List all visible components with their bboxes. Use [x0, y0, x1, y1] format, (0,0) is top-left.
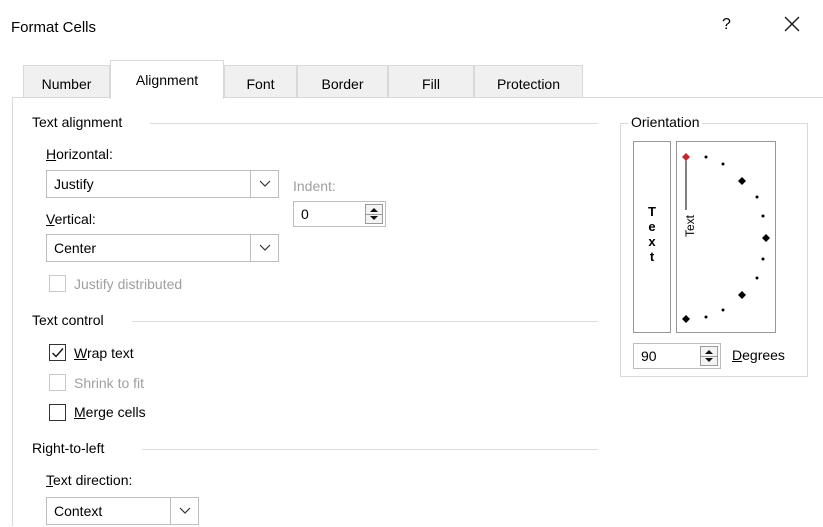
merge-cells-label-text: erge cells — [85, 404, 146, 420]
degrees-stepper[interactable]: 90 — [633, 343, 721, 369]
chevron-down-icon[interactable] — [250, 171, 278, 197]
wrap-text-checkbox[interactable] — [49, 344, 66, 361]
justify-distributed-label: Justify distributed — [74, 276, 183, 292]
horizontal-label: Horizontal: — [46, 146, 113, 162]
horizontal-value: Justify — [54, 176, 94, 192]
checkmark-icon — [52, 348, 64, 358]
chevron-down-icon[interactable] — [170, 498, 198, 524]
tab-label: Fill — [422, 76, 440, 92]
tab-font[interactable]: Font — [224, 65, 297, 99]
vertical-letter: T — [648, 204, 656, 219]
tab-label: Number — [41, 76, 92, 92]
tab-number[interactable]: Number — [23, 65, 110, 99]
tab-border[interactable]: Border — [297, 65, 388, 99]
text-alignment-heading: Text alignment — [32, 114, 129, 130]
indent-value: 0 — [301, 206, 309, 222]
tab-protection[interactable]: Protection — [474, 65, 583, 99]
vertical-text-letters: T e x t — [634, 204, 670, 264]
section-divider — [132, 321, 598, 322]
spin-arrows-icon[interactable] — [365, 204, 383, 224]
degrees-value: 90 — [641, 348, 657, 364]
tab-label: Alignment — [135, 72, 199, 88]
vertical-letter: e — [648, 219, 656, 234]
orientation-heading: Orientation — [628, 114, 703, 130]
degrees-label-text: egrees — [742, 347, 785, 363]
text-direction-value: Context — [54, 503, 103, 519]
shrink-to-fit-checkbox[interactable] — [49, 374, 66, 391]
text-direction-label-text: ext direction: — [53, 472, 133, 488]
merge-cells-checkbox[interactable] — [49, 404, 66, 421]
tab-label: Protection — [496, 76, 561, 92]
vertical-letter: t — [649, 249, 655, 264]
chevron-down-icon[interactable] — [250, 235, 278, 261]
tab-alignment[interactable]: Alignment — [110, 60, 224, 99]
vertical-letter: x — [648, 234, 656, 249]
close-icon[interactable] — [780, 12, 804, 36]
horizontal-select[interactable]: Justify — [46, 170, 279, 198]
vertical-select[interactable]: Center — [46, 234, 279, 262]
orientation-dial[interactable]: Text — [676, 141, 776, 333]
tab-fill[interactable]: Fill — [388, 65, 474, 99]
rtl-heading: Right-to-left — [32, 440, 111, 456]
orientation-dial-graphic: Text — [682, 153, 770, 323]
dial-text: Text — [683, 214, 697, 237]
text-direction-label: Text direction: — [46, 472, 133, 488]
section-divider — [150, 123, 598, 124]
indent-label: Indent: — [293, 178, 336, 194]
shrink-to-fit-label: Shrink to fit — [74, 375, 145, 391]
wrap-text-label-text: rap text — [86, 345, 134, 361]
title-bar — [0, 0, 823, 56]
degrees-label: Degrees — [732, 347, 785, 363]
section-divider — [142, 449, 598, 450]
tab-label: Border — [321, 76, 364, 92]
spin-arrows-icon[interactable] — [700, 346, 718, 366]
help-button[interactable]: ? — [722, 16, 731, 34]
vertical-text-button[interactable]: T e x t — [633, 141, 671, 333]
dialog-title: Format Cells — [11, 19, 97, 36]
vertical-label-text: ertical: — [54, 211, 96, 227]
wrap-text-label: Wrap text — [74, 345, 134, 361]
justify-distributed-checkbox[interactable] — [49, 275, 66, 292]
vertical-label: Vertical: — [46, 211, 96, 227]
horizontal-label-text: orizontal: — [56, 146, 113, 162]
tab-label: Font — [246, 76, 275, 92]
tab-strip: Number Alignment Font Border Fill Protec… — [0, 56, 823, 99]
text-control-heading: Text control — [32, 312, 110, 328]
indent-stepper[interactable]: 0 — [293, 201, 386, 227]
text-direction-select[interactable]: Context — [46, 497, 199, 525]
merge-cells-label: Merge cells — [74, 404, 146, 420]
vertical-value: Center — [54, 240, 97, 256]
